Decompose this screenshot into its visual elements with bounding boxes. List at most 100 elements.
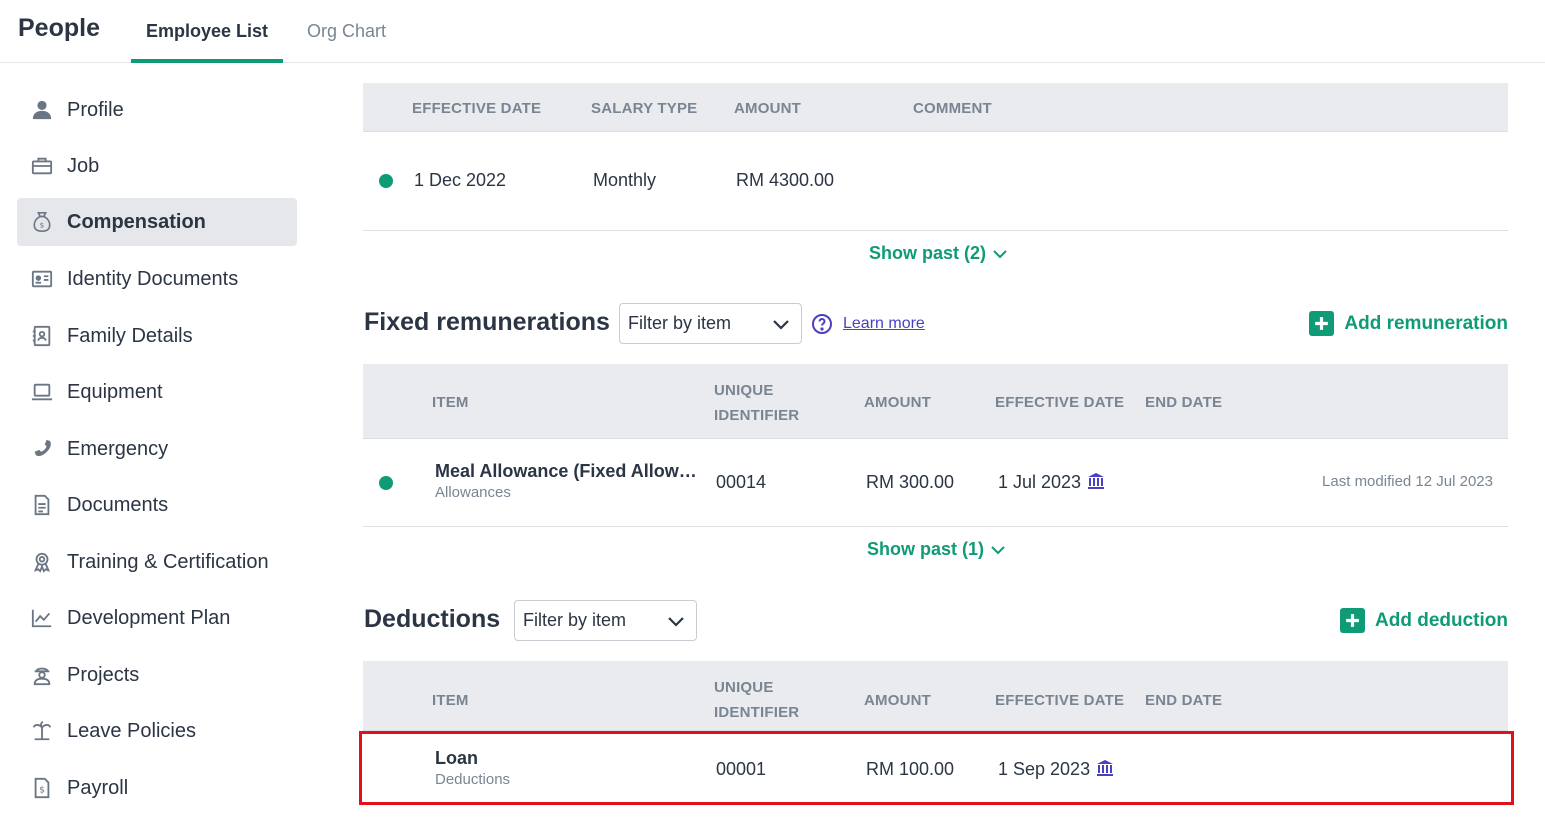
salary-table-header: EFFECTIVE DATE SALARY TYPE AMOUNT COMMEN… (363, 83, 1508, 132)
sidebar-item-label: Family Details (67, 324, 193, 347)
award-icon (17, 551, 67, 573)
add-deduction-label: Add deduction (1375, 609, 1508, 631)
sidebar-item-label: Leave Policies (67, 719, 196, 742)
column-header: ITEM (432, 692, 469, 709)
sidebar-item-label: Training & Certification (67, 550, 269, 573)
app-title: People (18, 14, 100, 42)
sidebar-item-label: Identity Documents (67, 267, 239, 290)
active-status-dot (379, 174, 393, 188)
sidebar-item-label: Compensation (67, 210, 206, 233)
sidebar-item-label: Documents (67, 493, 169, 516)
show-past-label: Show past (2) (869, 243, 987, 263)
sidebar-item-training-certification[interactable]: Training & Certification (17, 538, 297, 586)
effective-date: 1 Jul 2023 (998, 472, 1105, 493)
column-header: AMOUNT (864, 394, 932, 411)
laptop-icon (17, 381, 67, 403)
effective-date: 1 Dec 2022 (414, 170, 507, 190)
sidebar-item-development-plan[interactable]: Development Plan (17, 594, 297, 642)
deductions-table-header: ITEM UNIQUE IDENTIFIER AMOUNT EFFECTIVE … (363, 661, 1508, 731)
deductions-title: Deductions (364, 605, 501, 633)
sidebar-item-label: Job (67, 154, 100, 177)
tab-org-chart[interactable]: Org Chart (307, 21, 386, 63)
add-deduction-button[interactable]: Add deduction (1340, 608, 1508, 633)
show-past-salary-button[interactable]: Show past (2) (869, 243, 1008, 264)
unique-identifier: 00001 (716, 759, 767, 779)
id-card-icon (17, 268, 67, 290)
sidebar-item-leave-policies[interactable]: Leave Policies (17, 707, 297, 755)
item-title: Loan (435, 748, 478, 768)
amount: RM 4300.00 (736, 170, 835, 190)
tab-employee-list[interactable]: Employee List (131, 21, 283, 63)
sidebar-item-label: Profile (67, 98, 124, 121)
item-category: Allowances (435, 484, 511, 501)
item-title: Meal Allowance (Fixed Allow… (435, 461, 697, 481)
sidebar-item-family-details[interactable]: Family Details (17, 312, 297, 360)
chart-line-icon (17, 607, 67, 629)
sidebar-item-label: Projects (67, 663, 140, 686)
item-category: Deductions (435, 771, 511, 788)
item-name: Loan Deductions (435, 748, 510, 788)
amount: RM 300.00 (866, 472, 955, 492)
sidebar-item-label: Payroll (67, 776, 129, 799)
sidebar-item-projects[interactable]: Projects (17, 651, 297, 699)
plus-icon (1340, 608, 1366, 633)
top-bar: People Employee List Org Chart (0, 0, 1545, 63)
chevron-down-icon (773, 319, 789, 330)
amount: RM 100.00 (866, 759, 955, 779)
sidebar-item-equipment[interactable]: Equipment (17, 368, 297, 416)
column-header: EFFECTIVE DATE (995, 692, 1125, 709)
column-header: SALARY TYPE (591, 100, 698, 117)
column-header: AMOUNT (734, 100, 802, 117)
sidebar-item-profile[interactable]: Profile (17, 86, 297, 134)
column-header: END DATE (1145, 394, 1223, 411)
learn-more-link[interactable]: Learn more (843, 315, 925, 333)
help-circle-icon (812, 314, 832, 334)
deductions-filter-select[interactable]: Filter by item (514, 600, 697, 641)
effective-date: 1 Sep 2023 (998, 759, 1114, 780)
person-icon (17, 99, 67, 121)
last-modified: Last modified 12 Jul 2023 (1322, 473, 1493, 490)
svg-text:$: $ (39, 785, 45, 796)
fixed-filter-select[interactable]: Filter by item (619, 303, 802, 344)
worker-icon (17, 664, 67, 686)
table-row[interactable]: Meal Allowance (Fixed Allow… Allowances … (363, 439, 1508, 527)
show-past-label: Show past (1) (867, 539, 985, 559)
sidebar-item-label: Emergency (67, 437, 169, 460)
money-bag-icon: $ (17, 211, 67, 233)
sidebar-item-label: Development Plan (67, 606, 231, 629)
plus-icon (1309, 311, 1335, 336)
bank-icon (1088, 473, 1105, 489)
bank-icon (1097, 760, 1114, 776)
sidebar-item-job[interactable]: Job (17, 142, 297, 190)
column-header: UNIQUE (714, 679, 774, 696)
payslip-icon: $ (17, 777, 67, 799)
column-header: ITEM (432, 394, 469, 411)
table-row: 1 Dec 2022 Monthly RM 4300.00 (363, 132, 1508, 231)
column-header: EFFECTIVE DATE (412, 100, 542, 117)
fixed-remunerations-title: Fixed remunerations (364, 308, 610, 336)
sidebar-item-documents[interactable]: Documents (17, 481, 297, 529)
fixed-table-header: ITEM UNIQUE IDENTIFIER AMOUNT EFFECTIVE … (363, 364, 1508, 439)
chevron-down-icon (668, 616, 684, 627)
item-name: Meal Allowance (Fixed Allow… Allowances (435, 461, 697, 501)
show-past-fixed-button[interactable]: Show past (1) (867, 539, 1006, 560)
briefcase-icon (17, 155, 67, 177)
sidebar-item-payroll[interactable]: $ Payroll (17, 764, 297, 812)
filter-value: Filter by item (523, 610, 627, 630)
sidebar-item-emergency[interactable]: Emergency (17, 425, 297, 473)
contact-book-icon (17, 325, 67, 347)
learn-more-group: Learn more (811, 313, 925, 335)
column-header: UNIQUE (714, 382, 774, 399)
document-icon (17, 494, 67, 516)
sidebar-item-identity-documents[interactable]: Identity Documents (17, 255, 297, 303)
svg-text:$: $ (40, 221, 45, 230)
sidebar-item-compensation[interactable]: $ Compensation (17, 198, 297, 246)
effective-date-value: 1 Sep 2023 (998, 759, 1091, 779)
column-header: END DATE (1145, 692, 1223, 709)
column-header: EFFECTIVE DATE (995, 394, 1125, 411)
palm-tree-icon (17, 720, 67, 742)
table-row[interactable]: Loan Deductions 00001 RM 100.00 1 Sep 20… (363, 731, 1508, 805)
column-header: COMMENT (913, 100, 992, 117)
phone-icon (17, 438, 67, 460)
add-remuneration-button[interactable]: Add remuneration (1309, 311, 1508, 336)
